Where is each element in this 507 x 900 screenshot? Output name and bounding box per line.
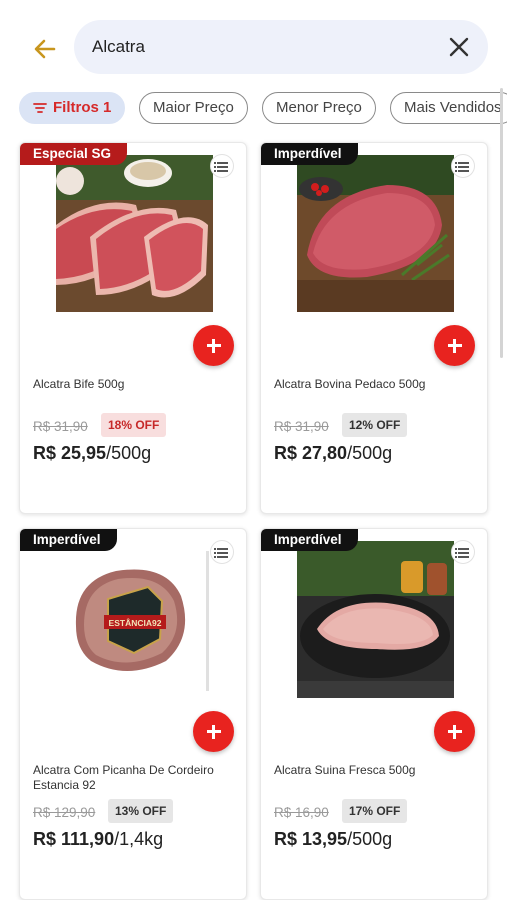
price-unit: /500g — [106, 443, 152, 463]
price-value: R$ 27,80 — [274, 443, 348, 463]
price-value: R$ 25,95 — [33, 443, 107, 463]
product-image[interactable] — [297, 155, 454, 312]
product-card[interactable]: Imperdível Alcatra Bovina Pedaco 500g R$… — [260, 142, 488, 514]
filter-chip-best-sellers[interactable]: Mais Vendidos — [390, 92, 507, 124]
back-arrow-icon — [34, 39, 56, 59]
product-price: R$ 13,95/500g — [274, 829, 392, 850]
product-image[interactable] — [297, 541, 454, 698]
add-to-list-button[interactable] — [451, 154, 475, 178]
product-name[interactable]: Alcatra Bovina Pedaco 500g — [274, 377, 474, 392]
search-field[interactable]: Alcatra — [74, 20, 488, 74]
product-name[interactable]: Alcatra Suina Fresca 500g — [274, 763, 474, 778]
filter-chip-filters[interactable]: Filtros 1 — [19, 92, 126, 124]
product-card[interactable]: Especial SG Alcatra Bife 500g R$ 31,90 1… — [19, 142, 247, 514]
discount-badge: 17% OFF — [342, 799, 408, 823]
filter-chips: Filtros 1 Maior Preço Menor Preço Mais V… — [0, 90, 507, 126]
product-image[interactable] — [56, 155, 213, 312]
product-badge: Imperdível — [20, 529, 117, 551]
filter-chip-label: Filtros 1 — [53, 99, 112, 116]
filter-chip-highest-price[interactable]: Maior Preço — [139, 92, 248, 124]
price-unit: /500g — [347, 443, 393, 463]
scrollbar[interactable] — [500, 88, 503, 358]
price-unit: /1,4kg — [114, 829, 164, 849]
list-icon — [455, 162, 469, 164]
search-input[interactable]: Alcatra — [92, 37, 145, 57]
back-button[interactable] — [30, 34, 60, 64]
add-to-list-button[interactable] — [210, 154, 234, 178]
filter-icon — [33, 103, 47, 113]
clear-search-button[interactable] — [446, 34, 472, 60]
add-to-cart-button[interactable] — [434, 711, 475, 752]
product-image[interactable]: ESTÂNCIA92 — [56, 541, 213, 698]
product-name[interactable]: Alcatra Bife 500g — [33, 377, 233, 392]
close-icon — [449, 37, 469, 57]
old-price: R$ 16,90 — [274, 805, 329, 820]
list-icon — [455, 548, 469, 550]
product-price: R$ 111,90/1,4kg — [33, 829, 163, 850]
product-card[interactable]: Imperdível ESTÂNCIA92 Alcatra Com Picanh… — [19, 528, 247, 900]
add-to-list-button[interactable] — [210, 540, 234, 564]
price-unit: /500g — [347, 829, 393, 849]
product-label-text: ESTÂNCIA92 — [109, 617, 162, 628]
product-badge: Imperdível — [261, 143, 358, 165]
old-price: R$ 31,90 — [274, 419, 329, 434]
product-badge: Especial SG — [20, 143, 128, 165]
price-value: R$ 13,95 — [274, 829, 348, 849]
discount-badge: 13% OFF — [108, 799, 174, 823]
product-card[interactable]: Imperdível Alcatra Suina Fresca 500g R$ … — [260, 528, 488, 900]
add-to-cart-button[interactable] — [193, 325, 234, 366]
add-to-cart-button[interactable] — [193, 711, 234, 752]
filter-chip-lowest-price[interactable]: Menor Preço — [262, 92, 376, 124]
product-price: R$ 27,80/500g — [274, 443, 392, 464]
add-to-list-button[interactable] — [451, 540, 475, 564]
product-badge: Imperdível — [261, 529, 358, 551]
discount-badge: 12% OFF — [342, 413, 408, 437]
list-icon — [214, 548, 228, 550]
discount-badge: 18% OFF — [101, 413, 167, 437]
old-price: R$ 31,90 — [33, 419, 88, 434]
top-bar: Alcatra — [0, 0, 507, 86]
old-price: R$ 129,90 — [33, 805, 96, 820]
list-icon — [214, 162, 228, 164]
price-value: R$ 111,90 — [33, 829, 115, 849]
product-name[interactable]: Alcatra Com Picanha De Cordeiro Estancia… — [33, 763, 233, 793]
add-to-cart-button[interactable] — [434, 325, 475, 366]
product-price: R$ 25,95/500g — [33, 443, 151, 464]
